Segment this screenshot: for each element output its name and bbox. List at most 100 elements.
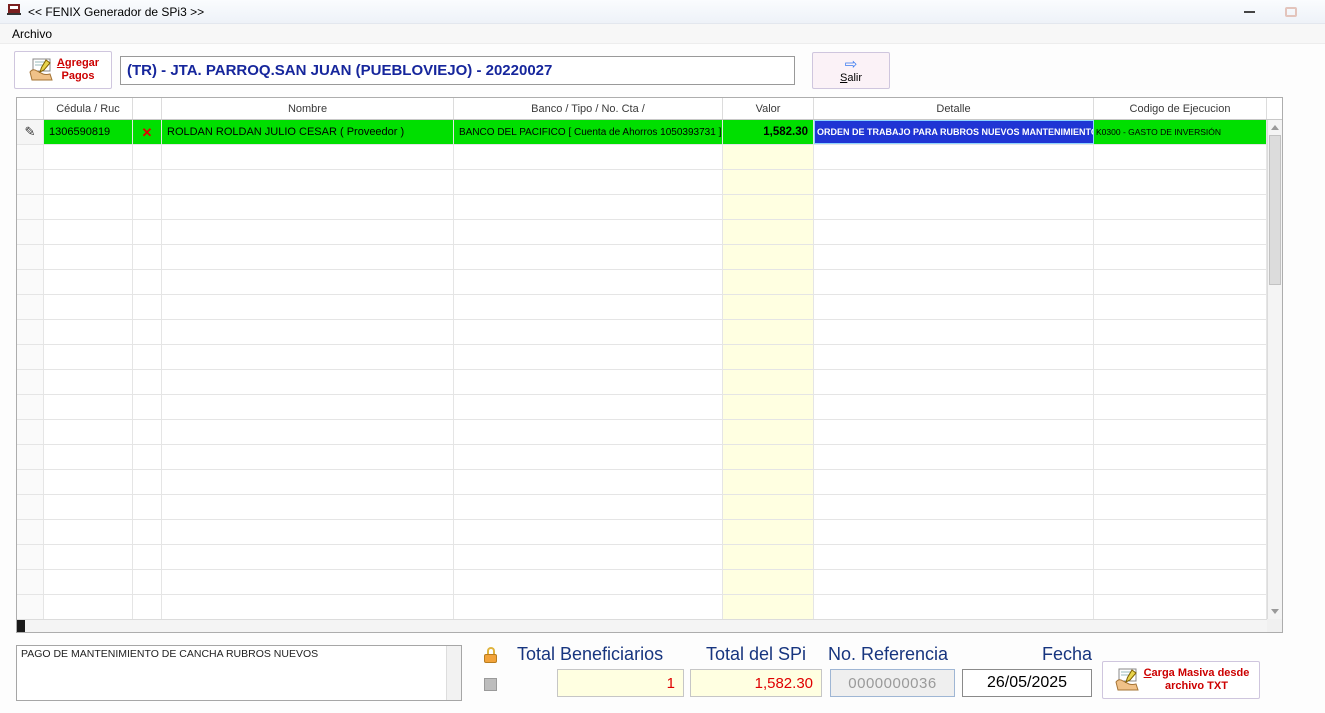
- cell-codigo[interactable]: [1094, 170, 1267, 194]
- cell-valor[interactable]: [723, 270, 814, 294]
- cell-banco[interactable]: [454, 420, 723, 444]
- cell-detalle[interactable]: [814, 220, 1094, 244]
- grid-row-empty[interactable]: [17, 320, 1267, 345]
- cell-nombre[interactable]: [162, 295, 454, 319]
- grid-row-empty[interactable]: [17, 570, 1267, 595]
- cell-detalle[interactable]: [814, 195, 1094, 219]
- salir-button[interactable]: ⇨ Salir: [812, 52, 890, 89]
- cell-valor[interactable]: [723, 320, 814, 344]
- cell-banco[interactable]: [454, 295, 723, 319]
- cell-nombre[interactable]: [162, 520, 454, 544]
- row-header-cell[interactable]: [17, 320, 44, 344]
- cell-detalle[interactable]: [814, 495, 1094, 519]
- cell-detalle[interactable]: [814, 570, 1094, 594]
- grid-row-empty[interactable]: [17, 470, 1267, 495]
- cell-valor[interactable]: [723, 570, 814, 594]
- cell-detalle[interactable]: [814, 245, 1094, 269]
- grid-row-empty[interactable]: [17, 595, 1267, 620]
- cell-cedula[interactable]: 1306590819: [44, 120, 133, 144]
- cell-nombre[interactable]: [162, 145, 454, 169]
- grid-row-empty[interactable]: [17, 520, 1267, 545]
- cell-nombre[interactable]: [162, 195, 454, 219]
- cell-valor[interactable]: [723, 445, 814, 469]
- cell-cedula[interactable]: [44, 395, 133, 419]
- grid-row-empty[interactable]: [17, 545, 1267, 570]
- cell-nombre[interactable]: ROLDAN ROLDAN JULIO CESAR ( Proveedor ): [162, 120, 454, 144]
- vertical-scrollbar-thumb[interactable]: [1269, 135, 1281, 285]
- row-header-cell[interactable]: [17, 595, 44, 619]
- row-header-cell[interactable]: [17, 495, 44, 519]
- cell-detalle[interactable]: [814, 345, 1094, 369]
- cell-valor[interactable]: [723, 295, 814, 319]
- cell-delete[interactable]: [133, 570, 162, 594]
- cell-cedula[interactable]: [44, 195, 133, 219]
- cell-cedula[interactable]: [44, 220, 133, 244]
- cell-nombre[interactable]: [162, 345, 454, 369]
- cell-delete[interactable]: [133, 495, 162, 519]
- cell-codigo[interactable]: [1094, 295, 1267, 319]
- cell-detalle[interactable]: [814, 370, 1094, 394]
- cell-banco[interactable]: [454, 320, 723, 344]
- cell-detalle[interactable]: [814, 595, 1094, 619]
- cell-delete[interactable]: [133, 345, 162, 369]
- cell-codigo[interactable]: [1094, 395, 1267, 419]
- minimize-icon[interactable]: [1244, 11, 1255, 13]
- grid-row-empty[interactable]: [17, 270, 1267, 295]
- cell-delete[interactable]: [133, 320, 162, 344]
- grid-row-empty[interactable]: [17, 345, 1267, 370]
- column-header-nombre[interactable]: Nombre: [162, 98, 454, 119]
- cell-delete[interactable]: [133, 545, 162, 569]
- cell-valor[interactable]: [723, 520, 814, 544]
- row-header-cell[interactable]: ✎: [17, 120, 44, 144]
- cell-delete[interactable]: [133, 520, 162, 544]
- row-header-cell[interactable]: [17, 420, 44, 444]
- column-header-valor[interactable]: Valor: [723, 98, 814, 119]
- cell-detalle[interactable]: [814, 470, 1094, 494]
- cell-codigo[interactable]: [1094, 270, 1267, 294]
- cell-codigo[interactable]: [1094, 445, 1267, 469]
- cell-codigo[interactable]: [1094, 195, 1267, 219]
- cell-valor[interactable]: [723, 195, 814, 219]
- cell-banco[interactable]: [454, 145, 723, 169]
- cell-delete[interactable]: [133, 370, 162, 394]
- grid-row-empty[interactable]: [17, 220, 1267, 245]
- cell-detalle[interactable]: [814, 520, 1094, 544]
- cell-codigo[interactable]: [1094, 370, 1267, 394]
- cell-banco[interactable]: [454, 195, 723, 219]
- grid-row-empty[interactable]: [17, 245, 1267, 270]
- grid-row-empty[interactable]: [17, 170, 1267, 195]
- cell-nombre[interactable]: [162, 570, 454, 594]
- cell-banco[interactable]: [454, 395, 723, 419]
- maximize-icon[interactable]: [1285, 7, 1297, 17]
- cell-cedula[interactable]: [44, 595, 133, 619]
- menu-archivo[interactable]: Archivo: [8, 27, 56, 41]
- cell-codigo[interactable]: [1094, 595, 1267, 619]
- cell-valor[interactable]: [723, 170, 814, 194]
- cell-cedula[interactable]: [44, 145, 133, 169]
- cell-banco[interactable]: [454, 520, 723, 544]
- cell-nombre[interactable]: [162, 370, 454, 394]
- cell-delete[interactable]: [133, 270, 162, 294]
- cell-cedula[interactable]: [44, 445, 133, 469]
- cell-valor[interactable]: 1,582.30: [723, 120, 814, 144]
- cell-cedula[interactable]: [44, 270, 133, 294]
- cell-delete[interactable]: [133, 470, 162, 494]
- cell-delete[interactable]: [133, 420, 162, 444]
- cell-valor[interactable]: [723, 595, 814, 619]
- row-header-cell[interactable]: [17, 520, 44, 544]
- cell-valor[interactable]: [723, 470, 814, 494]
- grid-row[interactable]: ✎1306590819✕ROLDAN ROLDAN JULIO CESAR ( …: [17, 120, 1267, 145]
- cell-cedula[interactable]: [44, 545, 133, 569]
- row-header-cell[interactable]: [17, 470, 44, 494]
- cell-cedula[interactable]: [44, 320, 133, 344]
- cell-cedula[interactable]: [44, 495, 133, 519]
- cell-nombre[interactable]: [162, 545, 454, 569]
- cell-delete[interactable]: [133, 395, 162, 419]
- cell-banco[interactable]: [454, 570, 723, 594]
- row-header-cell[interactable]: [17, 545, 44, 569]
- cell-nombre[interactable]: [162, 395, 454, 419]
- cell-banco[interactable]: BANCO DEL PACIFICO [ Cuenta de Ahorros 1…: [454, 120, 723, 144]
- cell-banco[interactable]: [454, 170, 723, 194]
- row-header-cell[interactable]: [17, 145, 44, 169]
- cell-detalle[interactable]: [814, 545, 1094, 569]
